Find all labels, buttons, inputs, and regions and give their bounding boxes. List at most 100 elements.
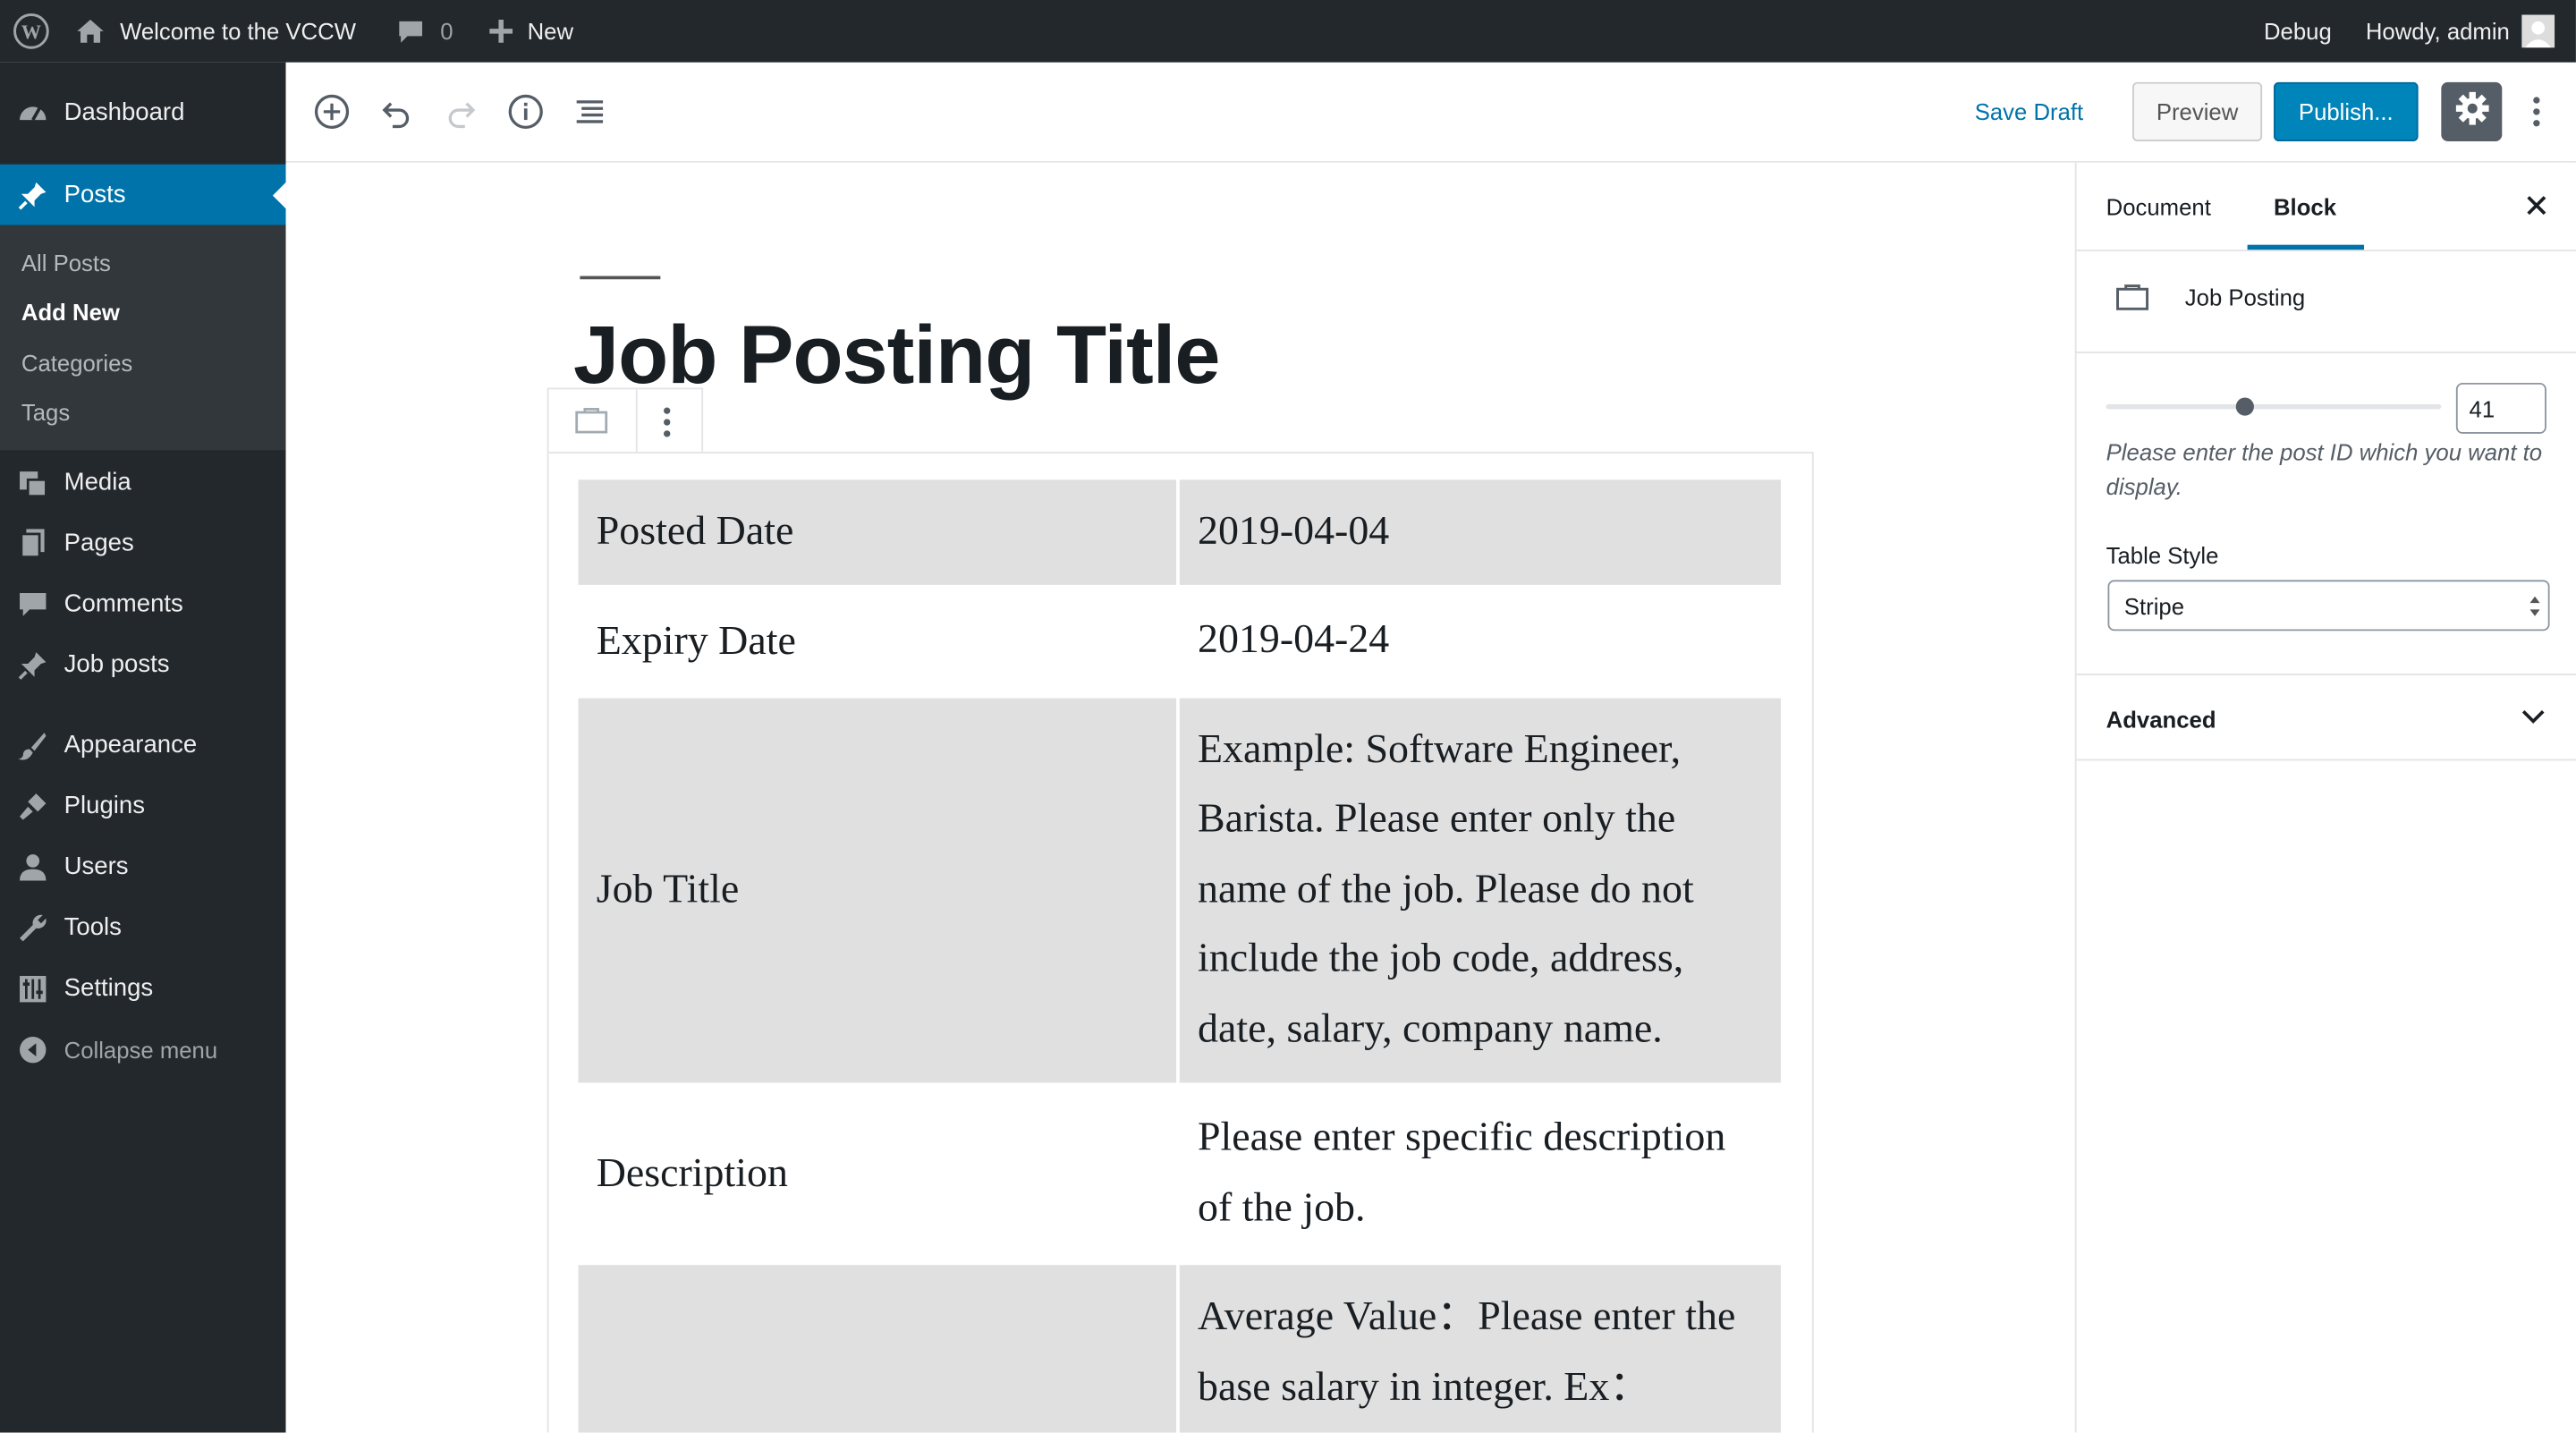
table-row: Job Title Example: Software Engineer, Ba…: [578, 698, 1781, 1083]
block-type-icon: [2116, 284, 2149, 319]
pages-icon: [16, 527, 49, 560]
post-id-range-thumb[interactable]: [2235, 397, 2254, 416]
submenu-add-new[interactable]: Add New: [21, 299, 120, 325]
menu-tools[interactable]: Tools: [0, 897, 286, 958]
row-value[interactable]: 2019-04-04: [1179, 479, 1781, 585]
sidebar-tabs: Document Block: [2076, 163, 2576, 252]
row-value[interactable]: Please enter specific description of the…: [1180, 1082, 1781, 1265]
pin-icon: [16, 649, 49, 682]
menu-pages[interactable]: Pages: [0, 513, 286, 573]
add-block-icon[interactable]: [312, 92, 352, 131]
debug-link[interactable]: Debug: [2264, 0, 2332, 63]
collapse-menu-label: Collapse menu: [64, 1036, 218, 1063]
row-value[interactable]: 2019-04-24: [1180, 585, 1781, 699]
advanced-label: Advanced: [2106, 706, 2216, 733]
block-toolbar-divider: [635, 389, 638, 453]
table-style-select[interactable]: Stripe: [2107, 580, 2550, 632]
submenu-all-posts[interactable]: All Posts: [21, 250, 111, 276]
menu-plugins-label: Plugins: [64, 792, 146, 820]
menu-job-posts[interactable]: Job posts: [0, 634, 286, 695]
svg-text:W: W: [21, 21, 41, 43]
chevron-down-icon: [2520, 703, 2546, 738]
menu-job-posts-label: Job posts: [64, 650, 170, 679]
undo-icon[interactable]: [377, 92, 416, 131]
redo-icon[interactable]: [442, 92, 481, 131]
menu-appearance[interactable]: Appearance: [0, 715, 286, 776]
save-draft-button[interactable]: Save Draft: [1975, 98, 2083, 124]
advanced-panel-toggle[interactable]: Advanced: [2076, 674, 2576, 761]
menu-comments[interactable]: Comments: [0, 573, 286, 634]
menu-media[interactable]: Media: [0, 452, 286, 513]
menu-dashboard[interactable]: Dashboard: [0, 82, 286, 143]
block-toolbar: [547, 387, 704, 454]
editor-header: Save Draft Preview Publish...: [285, 62, 2576, 163]
dashboard-icon: [16, 96, 49, 129]
tab-document[interactable]: Document: [2106, 194, 2211, 220]
block-card-title: Job Posting: [2184, 284, 2306, 311]
submenu-tags[interactable]: Tags: [21, 399, 70, 425]
pin-icon: [16, 178, 49, 211]
preview-button[interactable]: Preview: [2132, 81, 2263, 141]
menu-tools-label: Tools: [64, 913, 122, 942]
info-icon[interactable]: [506, 92, 546, 131]
site-home-link[interactable]: Welcome to the VCCW: [75, 0, 356, 63]
select-arrows-icon: [2529, 591, 2542, 621]
table-style-value: Stripe: [2123, 592, 2185, 619]
job-posting-table: Posted Date 2019-04-04 Expiry Date 2019-…: [575, 479, 1784, 1433]
editor-canvas: Job Posting Title Posted Date 2019-04-04…: [285, 162, 2075, 1433]
comments-count: 0: [440, 18, 453, 45]
row-value[interactable]: Example: Software Engineer, Barista. Ple…: [1179, 698, 1781, 1083]
row-value[interactable]: Average Value：Please enter the base sala…: [1179, 1265, 1781, 1433]
menu-settings[interactable]: Settings: [0, 958, 286, 1019]
block-more-options-icon[interactable]: [662, 404, 672, 449]
admin-bar: W Welcome to the VCCW 0 New Debug Howdy,…: [0, 0, 2576, 63]
table-row: Posted Date 2019-04-04: [578, 479, 1781, 585]
title-separator: [580, 276, 661, 280]
block-type-icon[interactable]: [575, 407, 608, 443]
settings-toggle-button[interactable]: [2441, 81, 2503, 141]
menu-comments-label: Comments: [64, 589, 183, 618]
block-navigation-icon[interactable]: [570, 92, 609, 131]
debug-label: Debug: [2263, 18, 2332, 45]
wrench-icon: [16, 911, 49, 944]
comments-link[interactable]: 0: [397, 0, 453, 63]
menu-posts-label: Posts: [64, 181, 126, 209]
row-label[interactable]: Expiry Date: [579, 585, 1177, 699]
collapse-menu-button[interactable]: Collapse menu: [0, 1019, 286, 1080]
row-label[interactable]: Description: [579, 1082, 1177, 1265]
new-content-link[interactable]: New: [487, 0, 573, 63]
home-icon: [75, 16, 105, 46]
comment-icon: [397, 18, 423, 44]
close-icon[interactable]: [2523, 192, 2549, 218]
row-label[interactable]: [578, 1265, 1177, 1433]
menu-plugins[interactable]: Plugins: [0, 776, 286, 836]
new-label: New: [527, 18, 574, 45]
account-menu[interactable]: Howdy, admin: [2366, 0, 2555, 63]
wordpress-logo-icon[interactable]: W: [13, 0, 49, 63]
post-id-input[interactable]: 41: [2455, 382, 2546, 434]
active-tab-indicator: [2247, 244, 2365, 250]
row-label[interactable]: Posted Date: [578, 479, 1177, 585]
admin-sidebar: Dashboard Posts All Posts Add New Catego…: [0, 62, 286, 1433]
row-label[interactable]: Job Title: [578, 698, 1177, 1083]
table-style-label: Table Style: [2106, 542, 2219, 569]
menu-posts[interactable]: Posts: [0, 164, 286, 225]
posts-submenu: All Posts Add New Categories Tags: [0, 225, 286, 451]
more-options-icon[interactable]: [2520, 92, 2553, 131]
menu-users-label: Users: [64, 852, 129, 881]
user-icon: [16, 850, 49, 883]
table-row: Average Value：Please enter the base sala…: [578, 1265, 1781, 1433]
menu-settings-label: Settings: [64, 974, 154, 1003]
post-id-help-text: Please enter the post ID which you want …: [2106, 438, 2543, 500]
site-name: Welcome to the VCCW: [120, 18, 356, 45]
tab-block[interactable]: Block: [2274, 194, 2336, 220]
publish-button[interactable]: Publish...: [2273, 81, 2419, 141]
table-row: Expiry Date 2019-04-24: [579, 585, 1781, 699]
plugin-icon: [16, 790, 49, 823]
submenu-categories[interactable]: Categories: [21, 350, 132, 376]
menu-users[interactable]: Users: [0, 836, 286, 897]
settings-sidebar: Document Block Job Posting 41 Please ent…: [2074, 162, 2576, 1433]
howdy-label: Howdy, admin: [2365, 18, 2510, 45]
post-id-range-track[interactable]: [2106, 403, 2442, 410]
media-icon: [16, 466, 49, 499]
